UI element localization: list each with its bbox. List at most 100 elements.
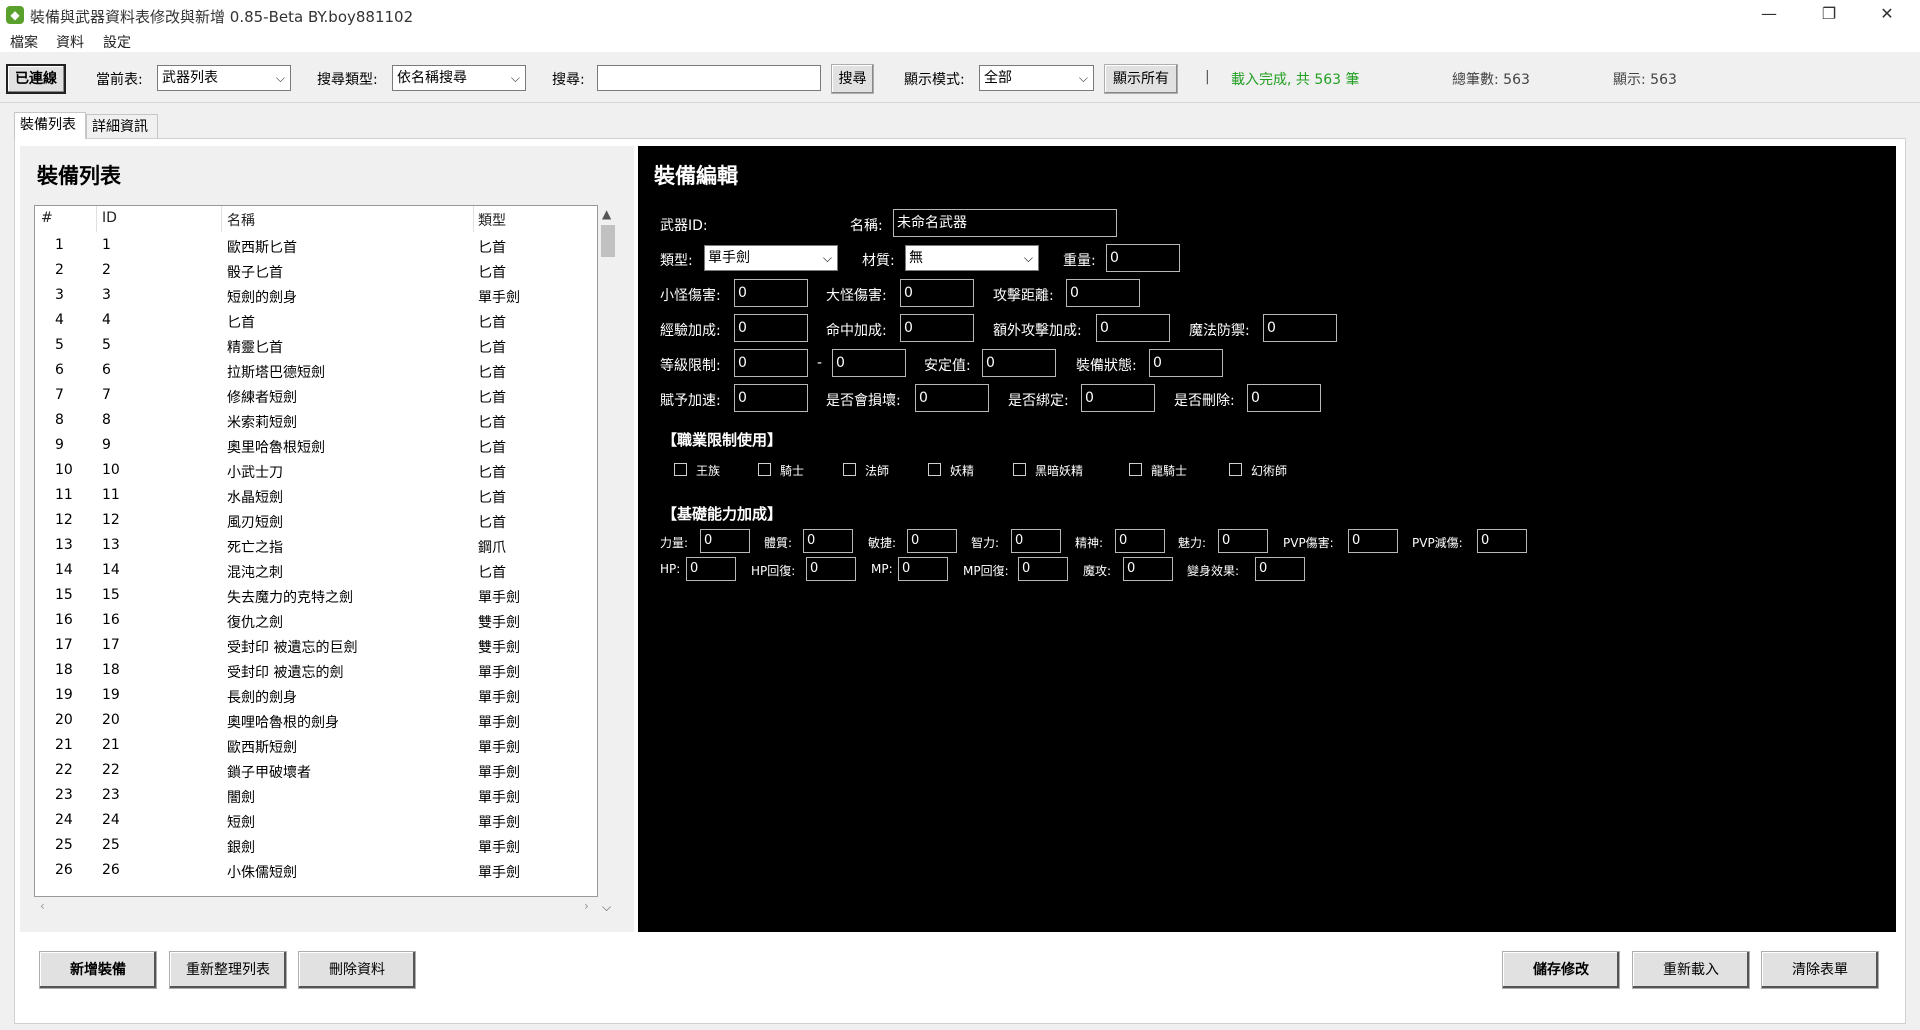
menu-bar bbox=[0, 30, 1920, 52]
reload-button[interactable]: 重新載入 bbox=[1632, 951, 1750, 989]
delete-record-button[interactable]: 刪除資料 bbox=[298, 951, 416, 989]
class-checkbox[interactable] bbox=[1229, 463, 1242, 476]
menu-data[interactable]: 資料 bbox=[56, 32, 84, 52]
level-max-field[interactable]: 0 bbox=[832, 349, 906, 377]
equipment-listview[interactable]: # ID 名稱 類型 1 1 歐西斯匕首 匕首 2 2 骰子匕首 匕首 3 3 短劍的劍身 單手劍 4 4… bbox=[34, 205, 598, 897]
class-checkbox[interactable] bbox=[843, 463, 856, 476]
type-select[interactable]: 單手劍 ⌵ bbox=[704, 245, 838, 271]
stat-field[interactable]: 0 bbox=[1115, 529, 1165, 553]
table-row[interactable]: 12 12 風刃短劍 匕首 bbox=[35, 509, 595, 534]
stat-field[interactable]: 0 bbox=[1018, 557, 1068, 581]
class-checkbox[interactable] bbox=[1129, 463, 1142, 476]
table-row[interactable]: 25 25 銀劍 單手劍 bbox=[35, 834, 595, 859]
stat-field[interactable]: 0 bbox=[1477, 529, 1527, 553]
scroll-down-icon[interactable]: ⌵ bbox=[602, 900, 611, 915]
stat-field[interactable]: 0 bbox=[907, 529, 957, 553]
table-row[interactable]: 6 6 拉斯塔巴德短劍 匕首 bbox=[35, 359, 595, 384]
table-row[interactable]: 11 11 水晶短劍 匕首 bbox=[35, 484, 595, 509]
tab-equipment-list[interactable]: 裝備列表 bbox=[14, 112, 86, 139]
table-row[interactable]: 20 20 奧哩哈魯根的劍身 單手劍 bbox=[35, 709, 595, 734]
stat-field[interactable]: 0 bbox=[686, 557, 736, 581]
haste-field[interactable]: 0 bbox=[734, 384, 808, 412]
material-select[interactable]: 無 ⌵ bbox=[905, 245, 1039, 271]
minimize-button[interactable]: — bbox=[1746, 0, 1792, 30]
magic-defense-field[interactable]: 0 bbox=[1263, 314, 1337, 342]
table-row[interactable]: 26 26 小侏儒短劍 單手劍 bbox=[35, 859, 595, 884]
extra-attack-field[interactable]: 0 bbox=[1096, 314, 1170, 342]
table-row[interactable]: 10 10 小武士刀 匕首 bbox=[35, 459, 595, 484]
class-checkbox[interactable] bbox=[758, 463, 771, 476]
small-damage-field[interactable]: 0 bbox=[734, 279, 808, 307]
table-row[interactable]: 19 19 長劍的劍身 單手劍 bbox=[35, 684, 595, 709]
stat-field[interactable]: 0 bbox=[803, 529, 853, 553]
table-row[interactable]: 14 14 混沌之刺 匕首 bbox=[35, 559, 595, 584]
class-checkbox[interactable] bbox=[1013, 463, 1026, 476]
stat-field[interactable]: 0 bbox=[1011, 529, 1061, 553]
table-row[interactable]: 5 5 精靈匕首 匕首 bbox=[35, 334, 595, 359]
table-row[interactable]: 16 16 復仇之劍 雙手劍 bbox=[35, 609, 595, 634]
menu-settings[interactable]: 設定 bbox=[103, 32, 131, 52]
search-input[interactable] bbox=[597, 65, 821, 91]
show-all-button[interactable]: 顯示所有 bbox=[1104, 64, 1178, 94]
horizontal-scrollbar[interactable] bbox=[35, 897, 598, 917]
column-header-type[interactable]: 類型 bbox=[478, 210, 506, 230]
breakable-field[interactable]: 0 bbox=[915, 384, 989, 412]
connection-status-button[interactable]: 已連線 bbox=[6, 64, 66, 94]
attack-range-field[interactable]: 0 bbox=[1066, 279, 1140, 307]
scroll-right-icon[interactable]: › bbox=[584, 899, 589, 913]
table-row[interactable]: 18 18 受封印 被遺忘的劍 單手劍 bbox=[35, 659, 595, 684]
scroll-up-icon[interactable]: ▲ bbox=[602, 207, 611, 221]
display-mode-select[interactable]: 全部 ⌵ bbox=[979, 65, 1094, 91]
stat-field[interactable]: 0 bbox=[1123, 557, 1173, 581]
stat-field[interactable]: 0 bbox=[1348, 529, 1398, 553]
table-row[interactable]: 9 9 奧里哈魯根短劍 匕首 bbox=[35, 434, 595, 459]
table-row[interactable]: 24 24 短劍 單手劍 bbox=[35, 809, 595, 834]
maximize-button[interactable]: ❐ bbox=[1806, 0, 1852, 30]
column-header-index[interactable]: # bbox=[41, 210, 53, 226]
table-row[interactable]: 15 15 失去魔力的克特之劍 單手劍 bbox=[35, 584, 595, 609]
search-type-select[interactable]: 依名稱搜尋 ⌵ bbox=[392, 65, 526, 91]
current-table-select[interactable]: 武器列表 ⌵ bbox=[157, 65, 291, 91]
stat-field[interactable]: 0 bbox=[806, 557, 856, 581]
table-row[interactable]: 2 2 骰子匕首 匕首 bbox=[35, 259, 595, 284]
table-row[interactable]: 21 21 歐西斯短劍 單手劍 bbox=[35, 734, 595, 759]
table-row[interactable]: 22 22 鎖子甲破壞者 單手劍 bbox=[35, 759, 595, 784]
column-header-id[interactable]: ID bbox=[102, 210, 117, 226]
search-button[interactable]: 搜尋 bbox=[831, 64, 874, 94]
exp-bonus-field[interactable]: 0 bbox=[734, 314, 808, 342]
hit-bonus-field[interactable]: 0 bbox=[900, 314, 974, 342]
safe-value-field[interactable]: 0 bbox=[982, 349, 1056, 377]
close-button[interactable]: ✕ bbox=[1864, 0, 1910, 30]
class-checkbox[interactable] bbox=[674, 463, 687, 476]
table-row[interactable]: 23 23 闇劍 單手劍 bbox=[35, 784, 595, 809]
scroll-left-icon[interactable]: ‹ bbox=[40, 899, 45, 913]
table-row[interactable]: 7 7 修練者短劍 匕首 bbox=[35, 384, 595, 409]
equip-state-field[interactable]: 0 bbox=[1149, 349, 1223, 377]
name-field[interactable]: 未命名武器 bbox=[893, 209, 1117, 237]
table-row[interactable]: 8 8 米索莉短劍 匕首 bbox=[35, 409, 595, 434]
vertical-scrollbar[interactable] bbox=[598, 205, 618, 897]
stat-field[interactable]: 0 bbox=[700, 529, 750, 553]
add-equipment-button[interactable]: 新增裝備 bbox=[39, 951, 157, 989]
stat-field[interactable]: 0 bbox=[898, 557, 948, 581]
clear-form-button[interactable]: 清除表單 bbox=[1761, 951, 1879, 989]
menu-file[interactable]: 檔案 bbox=[10, 32, 38, 52]
column-header-name[interactable]: 名稱 bbox=[227, 210, 255, 230]
stat-field[interactable]: 0 bbox=[1255, 557, 1305, 581]
vertical-scroll-thumb[interactable] bbox=[601, 225, 615, 257]
table-row[interactable]: 4 4 匕首 匕首 bbox=[35, 309, 595, 334]
tab-details[interactable]: 詳細資訊 bbox=[86, 114, 158, 138]
level-min-field[interactable]: 0 bbox=[734, 349, 808, 377]
weight-field[interactable]: 0 bbox=[1106, 244, 1180, 272]
class-checkbox[interactable] bbox=[928, 463, 941, 476]
table-row[interactable]: 1 1 歐西斯匕首 匕首 bbox=[35, 234, 595, 259]
bind-field[interactable]: 0 bbox=[1081, 384, 1155, 412]
table-row[interactable]: 3 3 短劍的劍身 單手劍 bbox=[35, 284, 595, 309]
table-row[interactable]: 17 17 受封印 被遺忘的巨劍 雙手劍 bbox=[35, 634, 595, 659]
refresh-list-button[interactable]: 重新整理列表 bbox=[169, 951, 287, 989]
large-damage-field[interactable]: 0 bbox=[900, 279, 974, 307]
stat-field[interactable]: 0 bbox=[1218, 529, 1268, 553]
save-changes-button[interactable]: 儲存修改 bbox=[1502, 951, 1620, 989]
delete-flag-field[interactable]: 0 bbox=[1247, 384, 1321, 412]
table-row[interactable]: 13 13 死亡之指 鋼爪 bbox=[35, 534, 595, 559]
